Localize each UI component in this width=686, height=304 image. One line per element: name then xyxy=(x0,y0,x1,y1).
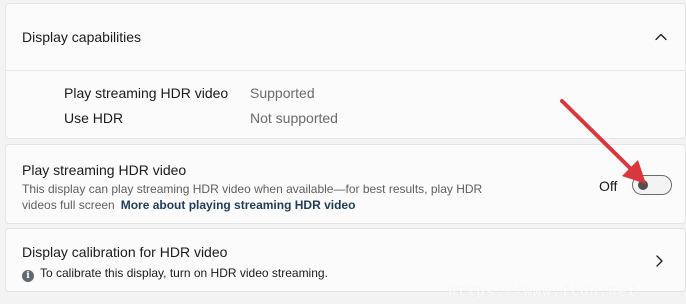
display-capabilities-body: Play streaming HDR video Supported Use H… xyxy=(6,72,685,140)
watermark: https://www.fcdn.net xyxy=(448,284,637,300)
toggle-state-label: Off xyxy=(599,178,618,194)
hdr-video-toggle[interactable] xyxy=(632,175,672,195)
capability-label: Play streaming HDR video xyxy=(64,85,229,101)
hdr-video-setting-card: Play streaming HDR video This display ca… xyxy=(5,144,686,224)
display-capabilities-title: Display capabilities xyxy=(22,29,142,45)
info-icon: i xyxy=(22,270,34,282)
chevron-up-icon[interactable] xyxy=(653,29,669,45)
settings-page: Display capabilities Play streaming HDR … xyxy=(0,0,686,304)
capability-value: Not supported xyxy=(250,110,338,126)
capability-row: Use HDR Not supported xyxy=(6,107,685,129)
toggle-knob xyxy=(638,180,648,190)
display-calibration-note-text: To calibrate this display, turn on HDR v… xyxy=(40,266,328,280)
display-calibration-card[interactable]: Display calibration for HDR video i To ca… xyxy=(5,228,686,292)
display-capabilities-header[interactable]: Display capabilities xyxy=(6,4,685,71)
hdr-video-setting-title: Play streaming HDR video xyxy=(22,162,187,178)
hdr-video-setting-description: This display can play streaming HDR vide… xyxy=(22,181,492,213)
display-calibration-note: i To calibrate this display, turn on HDR … xyxy=(22,266,328,282)
capability-row: Play streaming HDR video Supported xyxy=(6,82,685,104)
capability-label: Use HDR xyxy=(64,110,124,126)
display-calibration-title: Display calibration for HDR video xyxy=(22,244,228,260)
hdr-video-learn-more-link[interactable]: More about playing streaming HDR video xyxy=(121,198,356,212)
chevron-right-icon xyxy=(656,255,663,267)
display-capabilities-card: Display capabilities Play streaming HDR … xyxy=(5,3,686,139)
capability-value: Supported xyxy=(250,85,315,101)
